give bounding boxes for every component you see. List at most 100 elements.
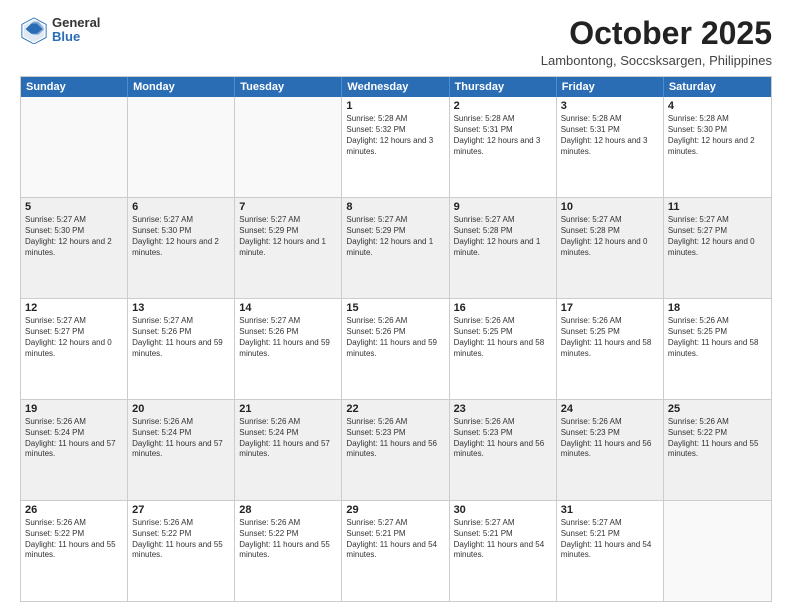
- day-number: 14: [239, 302, 337, 314]
- header-day-tuesday: Tuesday: [235, 77, 342, 97]
- cell-info: Sunrise: 5:26 AM Sunset: 5:22 PM Dayligh…: [132, 518, 230, 561]
- cell-info: Sunrise: 5:26 AM Sunset: 5:24 PM Dayligh…: [25, 417, 123, 460]
- cell-info: Sunrise: 5:27 AM Sunset: 5:30 PM Dayligh…: [132, 215, 230, 258]
- day-cell-23: 23Sunrise: 5:26 AM Sunset: 5:23 PM Dayli…: [450, 400, 557, 500]
- cell-info: Sunrise: 5:26 AM Sunset: 5:22 PM Dayligh…: [668, 417, 767, 460]
- day-cell-21: 21Sunrise: 5:26 AM Sunset: 5:24 PM Dayli…: [235, 400, 342, 500]
- cell-info: Sunrise: 5:27 AM Sunset: 5:29 PM Dayligh…: [346, 215, 444, 258]
- day-cell-22: 22 Sunrise: 5:26 AM Sunset: 5:23 PM Dayli…: [342, 400, 449, 500]
- day-number: 5: [25, 201, 123, 213]
- location: Lambontong, Soccsksargen, Philippines: [541, 53, 772, 68]
- logo: General Blue: [20, 16, 100, 45]
- cell-info: Sunrise: 5:26 AM Sunset: 5:23 PM Dayligh…: [561, 417, 659, 460]
- day-cell-14: 14 Sunrise: 5:27 AM Sunset: 5:26 PM Dayli…: [235, 299, 342, 399]
- header-day-sunday: Sunday: [21, 77, 128, 97]
- cell-info: Sunrise: 5:27 AM Sunset: 5:30 PM Dayligh…: [25, 215, 123, 258]
- header-day-saturday: Saturday: [664, 77, 771, 97]
- day-cell-2: 2 Sunrise: 5:28 AM Sunset: 5:31 PM Daylig…: [450, 97, 557, 197]
- day-cell-4: 4 Sunrise: 5:28 AM Sunset: 5:30 PM Daylig…: [664, 97, 771, 197]
- cell-info: Sunrise: 5:28 AM Sunset: 5:31 PM Dayligh…: [561, 114, 659, 157]
- day-cell-11: 11Sunrise: 5:27 AM Sunset: 5:27 PM Dayli…: [664, 198, 771, 298]
- day-number: 27: [132, 504, 230, 516]
- day-cell-24: 24 Sunrise: 5:26 AM Sunset: 5:23 PM Dayli…: [557, 400, 664, 500]
- day-cell-15: 15Sunrise: 5:26 AM Sunset: 5:26 PM Dayli…: [342, 299, 449, 399]
- day-cell-30: 30 Sunrise: 5:27 AM Sunset: 5:21 PM Dayli…: [450, 501, 557, 601]
- day-number: 31: [561, 504, 659, 516]
- logo-text: General Blue: [52, 16, 100, 45]
- day-cell-13: 13 Sunrise: 5:27 AM Sunset: 5:26 PM Dayli…: [128, 299, 235, 399]
- day-cell-16: 16 Sunrise: 5:26 AM Sunset: 5:25 PM Dayli…: [450, 299, 557, 399]
- cell-info: Sunrise: 5:26 AM Sunset: 5:25 PM Dayligh…: [561, 316, 659, 359]
- cell-info: Sunrise: 5:27 AM Sunset: 5:27 PM Dayligh…: [668, 215, 767, 258]
- header-day-monday: Monday: [128, 77, 235, 97]
- day-cell-8: 8Sunrise: 5:27 AM Sunset: 5:29 PM Daylig…: [342, 198, 449, 298]
- cell-info: Sunrise: 5:27 AM Sunset: 5:21 PM Dayligh…: [346, 518, 444, 561]
- empty-cell-0-1: [128, 97, 235, 197]
- logo-blue: Blue: [52, 30, 100, 44]
- day-number: 24: [561, 403, 659, 415]
- day-cell-20: 20Sunrise: 5:26 AM Sunset: 5:24 PM Dayli…: [128, 400, 235, 500]
- day-number: 7: [239, 201, 337, 213]
- day-number: 10: [561, 201, 659, 213]
- header-day-thursday: Thursday: [450, 77, 557, 97]
- day-cell-17: 17Sunrise: 5:26 AM Sunset: 5:25 PM Dayli…: [557, 299, 664, 399]
- day-number: 21: [239, 403, 337, 415]
- cell-info: Sunrise: 5:27 AM Sunset: 5:21 PM Dayligh…: [454, 518, 552, 561]
- day-cell-1: 1 Sunrise: 5:28 AM Sunset: 5:32 PM Daylig…: [342, 97, 449, 197]
- day-cell-18: 18 Sunrise: 5:26 AM Sunset: 5:25 PM Dayli…: [664, 299, 771, 399]
- day-number: 25: [668, 403, 767, 415]
- day-cell-9: 9Sunrise: 5:27 AM Sunset: 5:28 PM Daylig…: [450, 198, 557, 298]
- day-cell-25: 25 Sunrise: 5:26 AM Sunset: 5:22 PM Dayli…: [664, 400, 771, 500]
- cell-info: Sunrise: 5:27 AM Sunset: 5:21 PM Dayligh…: [561, 518, 659, 561]
- calendar-row-2: 12 Sunrise: 5:27 AM Sunset: 5:27 PM Dayli…: [21, 298, 771, 399]
- cell-info: Sunrise: 5:26 AM Sunset: 5:22 PM Dayligh…: [25, 518, 123, 561]
- day-number: 13: [132, 302, 230, 314]
- calendar-row-4: 26 Sunrise: 5:26 AM Sunset: 5:22 PM Dayli…: [21, 500, 771, 601]
- day-number: 30: [454, 504, 552, 516]
- cell-info: Sunrise: 5:26 AM Sunset: 5:25 PM Dayligh…: [454, 316, 552, 359]
- empty-cell-0-0: [21, 97, 128, 197]
- day-number: 2: [454, 100, 552, 112]
- day-cell-26: 26 Sunrise: 5:26 AM Sunset: 5:22 PM Dayli…: [21, 501, 128, 601]
- cell-info: Sunrise: 5:28 AM Sunset: 5:30 PM Dayligh…: [668, 114, 767, 157]
- title-block: October 2025 Lambontong, Soccsksargen, P…: [541, 16, 772, 68]
- cell-info: Sunrise: 5:27 AM Sunset: 5:27 PM Dayligh…: [25, 316, 123, 359]
- day-cell-3: 3 Sunrise: 5:28 AM Sunset: 5:31 PM Daylig…: [557, 97, 664, 197]
- cell-info: Sunrise: 5:26 AM Sunset: 5:23 PM Dayligh…: [454, 417, 552, 460]
- cell-info: Sunrise: 5:26 AM Sunset: 5:22 PM Dayligh…: [239, 518, 337, 561]
- cell-info: Sunrise: 5:26 AM Sunset: 5:25 PM Dayligh…: [668, 316, 767, 359]
- header: General Blue October 2025 Lambontong, So…: [20, 16, 772, 68]
- day-number: 4: [668, 100, 767, 112]
- day-number: 18: [668, 302, 767, 314]
- cell-info: Sunrise: 5:27 AM Sunset: 5:26 PM Dayligh…: [239, 316, 337, 359]
- header-day-friday: Friday: [557, 77, 664, 97]
- day-number: 28: [239, 504, 337, 516]
- day-number: 6: [132, 201, 230, 213]
- day-cell-12: 12 Sunrise: 5:27 AM Sunset: 5:27 PM Dayli…: [21, 299, 128, 399]
- calendar-row-1: 5 Sunrise: 5:27 AM Sunset: 5:30 PM Daylig…: [21, 197, 771, 298]
- cell-info: Sunrise: 5:28 AM Sunset: 5:32 PM Dayligh…: [346, 114, 444, 157]
- month-title: October 2025: [541, 16, 772, 51]
- day-number: 9: [454, 201, 552, 213]
- day-number: 22: [346, 403, 444, 415]
- day-number: 16: [454, 302, 552, 314]
- cell-info: Sunrise: 5:28 AM Sunset: 5:31 PM Dayligh…: [454, 114, 552, 157]
- day-number: 26: [25, 504, 123, 516]
- calendar-body: 1 Sunrise: 5:28 AM Sunset: 5:32 PM Daylig…: [21, 97, 771, 601]
- empty-cell-0-2: [235, 97, 342, 197]
- day-cell-10: 10 Sunrise: 5:27 AM Sunset: 5:28 PM Dayli…: [557, 198, 664, 298]
- day-cell-27: 27 Sunrise: 5:26 AM Sunset: 5:22 PM Dayli…: [128, 501, 235, 601]
- day-cell-6: 6 Sunrise: 5:27 AM Sunset: 5:30 PM Daylig…: [128, 198, 235, 298]
- cell-info: Sunrise: 5:26 AM Sunset: 5:23 PM Dayligh…: [346, 417, 444, 460]
- cell-info: Sunrise: 5:27 AM Sunset: 5:26 PM Dayligh…: [132, 316, 230, 359]
- logo-icon: [20, 16, 48, 44]
- day-number: 12: [25, 302, 123, 314]
- day-cell-28: 28 Sunrise: 5:26 AM Sunset: 5:22 PM Dayli…: [235, 501, 342, 601]
- day-cell-31: 31 Sunrise: 5:27 AM Sunset: 5:21 PM Dayli…: [557, 501, 664, 601]
- cell-info: Sunrise: 5:27 AM Sunset: 5:28 PM Dayligh…: [561, 215, 659, 258]
- day-number: 3: [561, 100, 659, 112]
- day-number: 1: [346, 100, 444, 112]
- empty-cell-4-6: [664, 501, 771, 601]
- day-number: 20: [132, 403, 230, 415]
- page: General Blue October 2025 Lambontong, So…: [0, 0, 792, 612]
